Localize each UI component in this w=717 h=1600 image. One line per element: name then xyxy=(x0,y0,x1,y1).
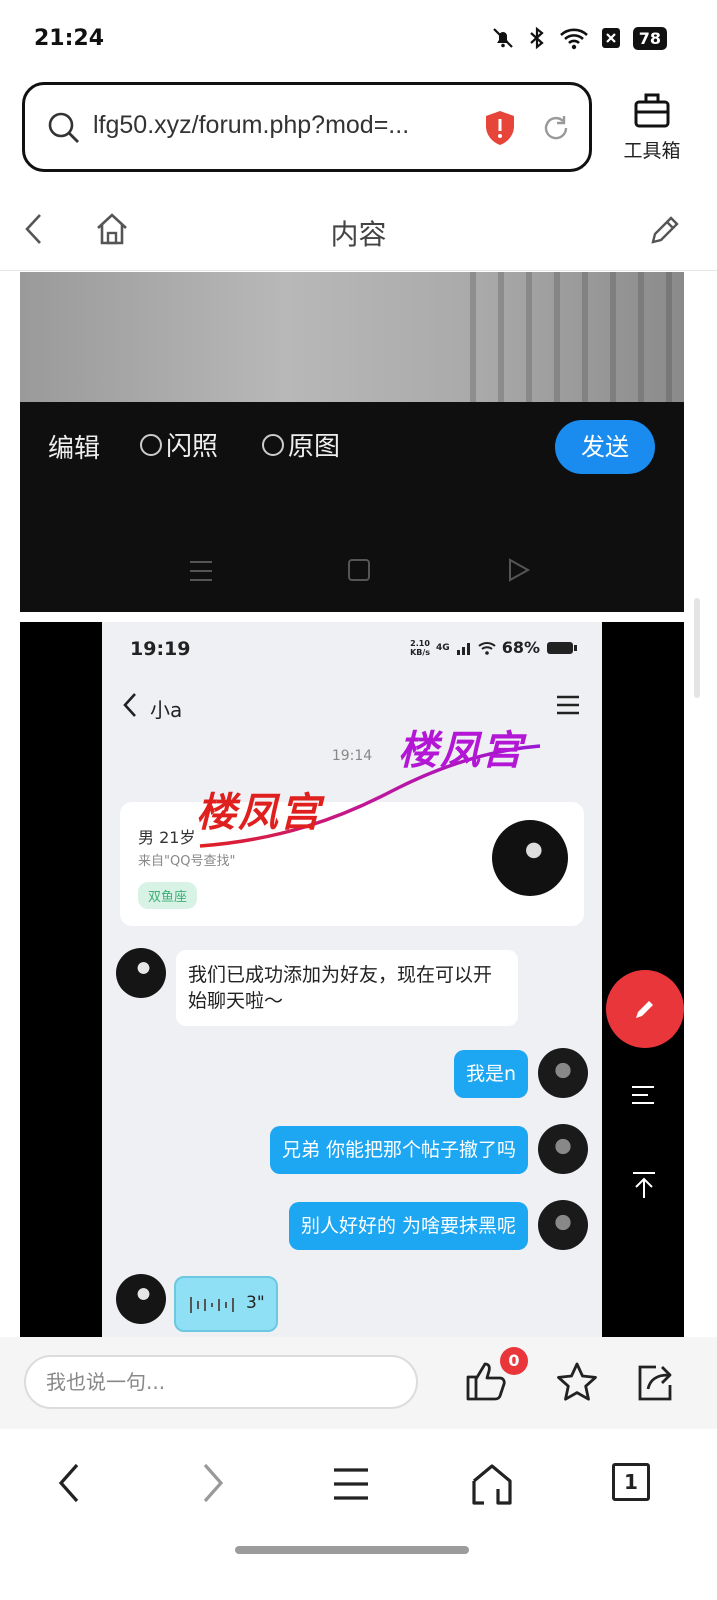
comment-bar: 我也说一句... 0 xyxy=(0,1337,717,1429)
phone-navbar xyxy=(190,558,531,582)
sim-icon xyxy=(601,28,620,48)
avatar xyxy=(116,1274,166,1324)
watermark-text: 楼凤宫 xyxy=(196,789,322,836)
edit-pencil-icon[interactable] xyxy=(648,213,682,247)
voice-message-bubble: 3" xyxy=(174,1276,278,1332)
chat-status-icons: 2.10 KB/s 4G 68% xyxy=(410,638,580,657)
status-bar: 21:24 78 xyxy=(0,0,717,80)
home-indicator[interactable] xyxy=(235,1546,469,1554)
profile-gender-age: 男 21岁 xyxy=(138,828,196,847)
scrollbar-thumb[interactable] xyxy=(694,598,700,698)
nav-menu-icon[interactable] xyxy=(332,1467,370,1501)
toolbox-button[interactable]: 工具箱 xyxy=(612,92,692,163)
page-title: 内容 xyxy=(330,218,387,251)
system-message-bubble: 我们已成功添加为好友，现在可以开始聊天啦～ xyxy=(176,950,518,1026)
camera-send-button: 发送 xyxy=(555,420,655,474)
chat-status-time: 19:19 xyxy=(130,638,191,660)
wifi-icon xyxy=(559,28,588,50)
nav-forward-icon[interactable] xyxy=(200,1461,226,1505)
network-type: 4G xyxy=(436,642,450,653)
toolbox-label: 工具箱 xyxy=(623,140,681,162)
share-icon[interactable] xyxy=(634,1361,676,1403)
write-comment-button[interactable] xyxy=(606,970,684,1048)
toolbox-icon xyxy=(634,93,670,128)
voice-wave-icon xyxy=(190,1297,234,1313)
chat-contact-name: 小a xyxy=(150,698,183,722)
outline-list-icon[interactable] xyxy=(628,1080,658,1110)
security-shield-icon[interactable] xyxy=(483,109,517,147)
profile-tag: 双鱼座 xyxy=(138,882,198,909)
status-time: 21:24 xyxy=(34,26,105,51)
bluetooth-icon xyxy=(529,26,544,50)
pencil-icon xyxy=(636,1001,653,1018)
nav-home-icon[interactable] xyxy=(470,1463,514,1505)
camera-edit-label: 编辑 xyxy=(48,434,101,464)
chat-back-icon xyxy=(123,693,136,717)
content-header: 内容 xyxy=(0,195,717,271)
flash-option: 闪照 xyxy=(140,426,218,463)
favorite-star-icon[interactable] xyxy=(556,1361,598,1403)
browser-bottom-nav: 1 xyxy=(0,1429,717,1600)
comment-input[interactable]: 我也说一句... xyxy=(24,1355,418,1409)
chat-menu-icon xyxy=(557,695,579,715)
message-bubble: 别人好好的 为啥要抹黑呢 xyxy=(288,1202,528,1250)
avatar xyxy=(538,1048,588,1098)
post-image-camera[interactable]: 编辑 闪照 原图 发送 xyxy=(20,272,684,612)
mute-bell-icon xyxy=(492,28,513,48)
search-icon xyxy=(48,112,79,143)
voice-duration: 3" xyxy=(246,1293,265,1313)
network-speed-unit: KB/s xyxy=(410,647,431,657)
nav-back-icon[interactable] xyxy=(56,1461,82,1505)
like-count-badge: 0 xyxy=(500,1347,528,1375)
back-to-top-icon[interactable] xyxy=(630,1170,658,1200)
battery-icon xyxy=(547,641,577,654)
message-bubble: 我是n xyxy=(453,1050,528,1098)
original-option: 原图 xyxy=(262,426,340,463)
url-text[interactable]: lfg50.xyz/forum.php?mod=... xyxy=(93,111,409,140)
avatar xyxy=(538,1200,588,1250)
radio-icon xyxy=(262,433,284,456)
photo-preview xyxy=(20,272,684,402)
wifi-icon xyxy=(478,641,496,655)
like-button[interactable]: 0 xyxy=(464,1347,528,1407)
signal-icon xyxy=(456,642,470,655)
network-speed: 2.10 xyxy=(410,638,430,648)
message-bubble: 兄弟 你能把那个帖子撤了吗 xyxy=(269,1126,528,1174)
radio-icon xyxy=(140,433,162,456)
address-bar[interactable]: lfg50.xyz/forum.php?mod=... xyxy=(22,82,592,172)
watermark-text: 楼凤宫 xyxy=(398,727,524,774)
post-image-chat[interactable]: 19:19 2.10 KB/s 4G 68% 小a 19:14 男 21岁 来自… xyxy=(20,622,684,1337)
tabs-button[interactable]: 1 xyxy=(612,1463,650,1501)
status-icons: 78 xyxy=(491,26,667,50)
reload-icon[interactable] xyxy=(541,113,571,143)
avatar xyxy=(116,948,166,998)
battery-indicator: 78 xyxy=(632,26,667,50)
avatar xyxy=(538,1124,588,1174)
chat-battery: 68% xyxy=(501,638,540,657)
